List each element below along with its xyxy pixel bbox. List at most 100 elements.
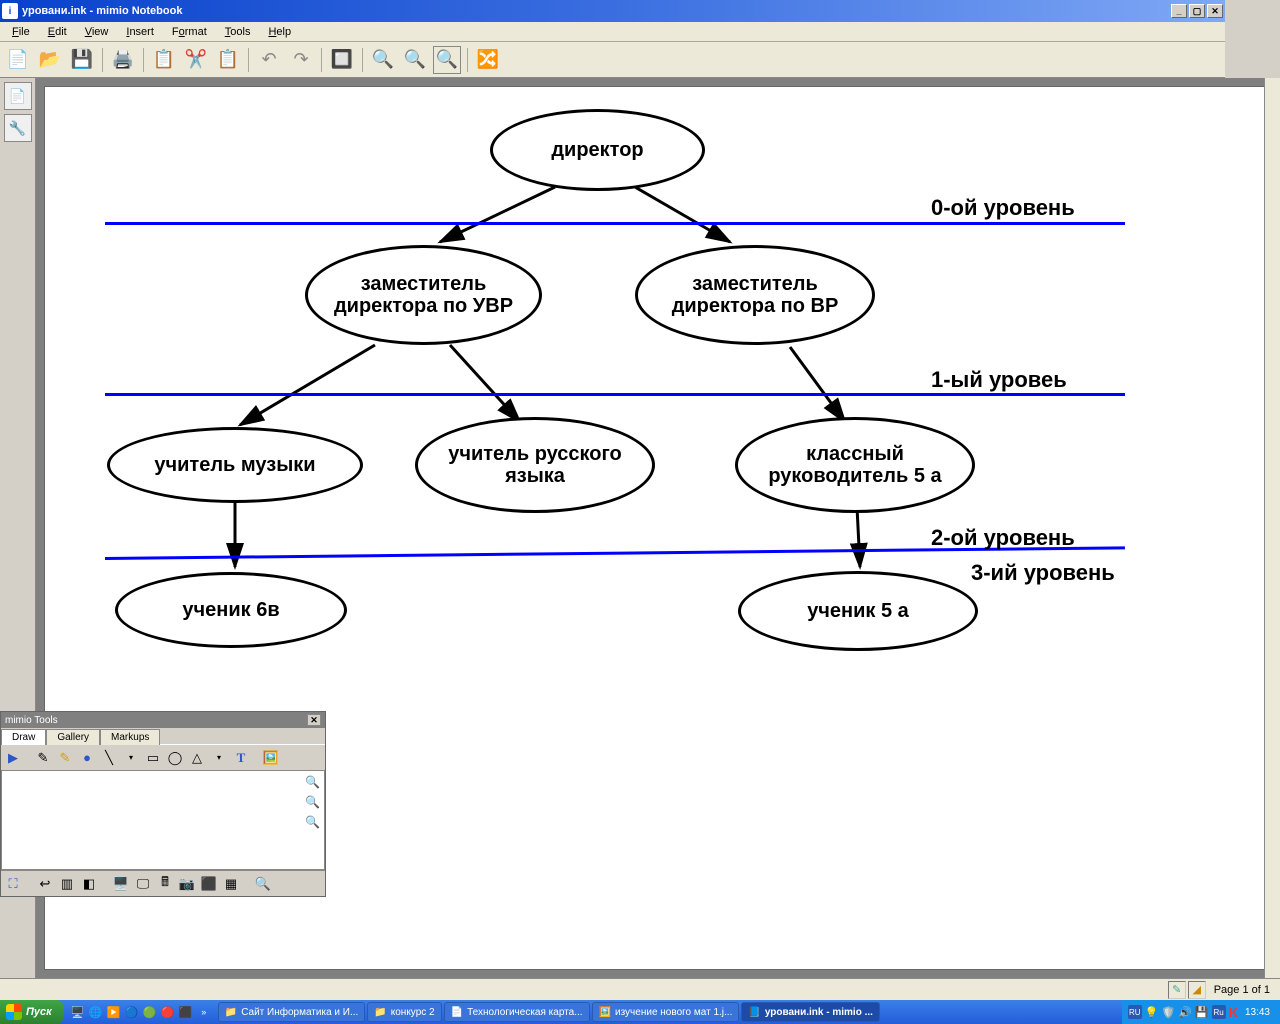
fullscreen-icon[interactable]: 🔀 [474,46,502,74]
tab-gallery[interactable]: Gallery [46,729,100,745]
maximize-button[interactable]: ▢ [1189,4,1205,18]
dropdown-icon[interactable]: ▾ [121,748,141,768]
quick-desktop-icon[interactable]: 🖥️ [70,1004,86,1020]
undo2-icon[interactable]: ↩ [35,874,55,894]
zoom-fit-icon[interactable]: 🔍 [433,46,461,74]
clear-icon[interactable]: ▥ [57,874,77,894]
menubar: File Edit View Insert Format Tools Help [0,22,1225,42]
menu-insert[interactable]: Insert [118,24,162,40]
mimio-tools-panel[interactable]: mimio Tools ✕ Draw Gallery Markups ▶ ✎ ✎… [0,711,326,897]
zoom-out-icon[interactable]: 🔍 [401,46,429,74]
undo-icon[interactable]: ↶ [255,46,283,74]
mimio-tools-header[interactable]: mimio Tools ✕ [1,712,325,728]
menu-help[interactable]: Help [260,24,299,40]
menu-edit[interactable]: Edit [40,24,75,40]
panel-thumb-1[interactable]: 📄 [4,82,32,110]
zoom-in-icon[interactable]: 🔍 [369,46,397,74]
status-tool-icon[interactable]: ◢ [1188,981,1206,999]
node-student-6v[interactable]: ученик 6в [115,572,347,648]
quick-ie-icon[interactable]: 🌐 [88,1004,104,1020]
vertical-scrollbar[interactable] [1264,78,1280,978]
cut-icon[interactable]: ✂️ [182,46,210,74]
panel-thumb-2[interactable]: 🔧 [4,114,32,142]
screen-icon[interactable]: 🖥️ [111,874,131,894]
highlight-tool-icon[interactable]: ✎ [55,748,75,768]
tray-icon-4[interactable]: 💾 [1195,1006,1209,1019]
ellipse-tool-icon[interactable]: ◯ [165,748,185,768]
mimio-bottom-row: ⛶ ↩ ▥ ◧ 🖥️ 🖵 🖩 📷 ⬛ ▦ 🔍 [1,870,325,896]
tools2-icon[interactable]: ▦ [221,874,241,894]
paste-icon[interactable]: 📋 [214,46,242,74]
circle-fill-icon[interactable]: ● [77,748,97,768]
slide-icon[interactable]: 🖵 [133,874,153,894]
titlebar: i уровани.ink - mimio Notebook _ ▢ ✕ [0,0,1225,22]
zoom-reset-small-icon[interactable]: 🔍 [305,815,320,829]
app-icon: 📘 [748,1007,760,1018]
tray-icon-2[interactable]: 🛡️ [1161,1006,1175,1019]
tray-clock[interactable]: 13:43 [1241,1007,1274,1018]
print-icon[interactable]: 🖨️ [109,46,137,74]
triangle-tool-icon[interactable]: △ [187,748,207,768]
save-icon[interactable]: 💾 [68,46,96,74]
tray-icon-1[interactable]: 💡 [1145,1006,1159,1019]
quick-app3-icon[interactable]: 🔴 [160,1004,176,1020]
mimio-tools-close-icon[interactable]: ✕ [307,714,321,726]
status-pen-icon[interactable]: ✎ [1168,981,1186,999]
menu-view[interactable]: View [77,24,117,40]
fullscreen-icon[interactable]: ⛶ [3,874,23,894]
eraser-icon[interactable]: ◧ [79,874,99,894]
calc-icon[interactable]: 🖩 [155,874,175,894]
tab-markups[interactable]: Markups [100,729,160,745]
text-tool-icon[interactable]: T [231,748,251,768]
tab-draw[interactable]: Draw [1,729,46,745]
node-rus-teacher[interactable]: учитель русского языка [415,417,655,513]
node-student-5a[interactable]: ученик 5 а [738,571,978,651]
new-icon[interactable]: 📄 [4,46,32,74]
line-tool-icon[interactable]: ╲ [99,748,119,768]
record-icon[interactable]: ⬛ [199,874,219,894]
taskbar-item-site[interactable]: 📁Сайт Информатика и И... [218,1002,366,1022]
tray-lang-icon[interactable]: RU [1128,1005,1142,1019]
node-deputy-vr[interactable]: заместитель директора по ВР [635,245,875,345]
quick-app1-icon[interactable]: 🔵 [124,1004,140,1020]
menu-file[interactable]: File [4,24,38,40]
quick-app2-icon[interactable]: 🟢 [142,1004,158,1020]
node-class-head[interactable]: классный руководитель 5 а [735,417,975,513]
spotlight-icon[interactable]: 🔲 [328,46,356,74]
redo-icon[interactable]: ↷ [287,46,315,74]
taskbar-item-mimio[interactable]: 📘уровани.ink - mimio ... [741,1002,880,1022]
taskbar-item-tech[interactable]: 📄Технологическая карта... [444,1002,590,1022]
node-director[interactable]: директор [490,109,705,191]
zoom-in-small-icon[interactable]: 🔍 [305,775,320,789]
taskbar-item-label: конкурс 2 [391,1007,435,1018]
tray-icon-3[interactable]: 🔊 [1178,1006,1192,1019]
status-page: Page 1 of 1 [1208,984,1276,996]
minimize-button[interactable]: _ [1171,4,1187,18]
magnify-icon[interactable]: 🔍 [253,874,273,894]
dropdown-icon[interactable]: ▾ [209,748,229,768]
separator [362,48,363,72]
quick-media-icon[interactable]: ▶️ [106,1004,122,1020]
quick-app4-icon[interactable]: ⬛ [178,1004,194,1020]
taskbar-item-konkurs[interactable]: 📁конкурс 2 [367,1002,441,1022]
copy-icon[interactable]: 📋 [150,46,178,74]
menu-tools[interactable]: Tools [217,24,259,40]
taskbar-item-study[interactable]: 🖼️изучение нового мат 1.j... [592,1002,740,1022]
webcam-icon[interactable]: 📷 [177,874,197,894]
close-button[interactable]: ✕ [1207,4,1223,18]
open-icon[interactable]: 📂 [36,46,64,74]
node-deputy-uvr[interactable]: заместитель директора по УВР [305,245,542,345]
windows-flag-icon [6,1004,22,1020]
zoom-out-small-icon[interactable]: 🔍 [305,795,320,809]
menu-format[interactable]: Format [164,24,215,40]
tray-lang2-icon[interactable]: Ru [1212,1005,1226,1019]
node-music-teacher[interactable]: учитель музыки [107,427,363,503]
import-tool-icon[interactable]: 🖼️ [261,748,281,768]
rect-tool-icon[interactable]: ▭ [143,748,163,768]
color-area[interactable]: 🔍 🔍 🔍 [1,770,325,870]
pen-tool-icon[interactable]: ✎ [33,748,53,768]
quick-expand-icon[interactable]: » [196,1004,212,1020]
select-tool-icon[interactable]: ▶ [3,748,23,768]
start-button[interactable]: Пуск [0,1000,64,1024]
tray-kaspersky-icon[interactable]: K [1229,1005,1238,1020]
